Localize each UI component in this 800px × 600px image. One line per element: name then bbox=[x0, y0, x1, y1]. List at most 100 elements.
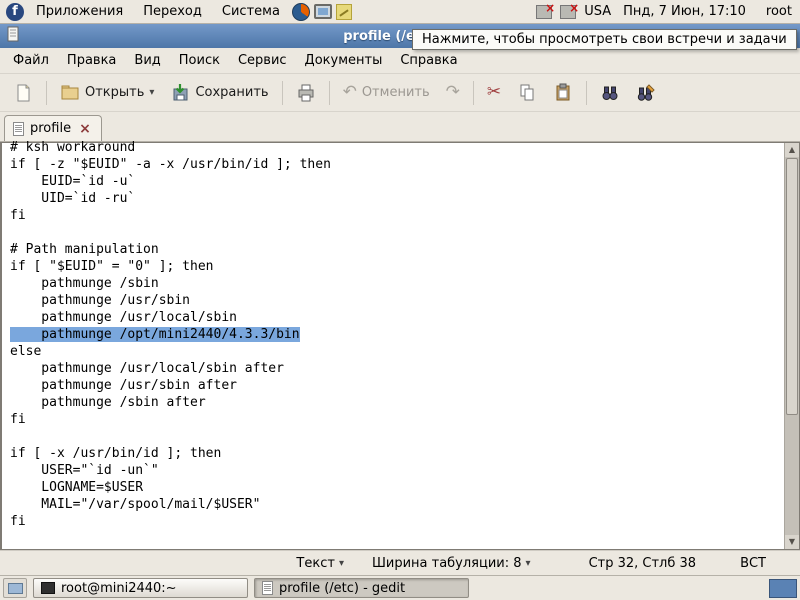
menu-view[interactable]: Вид bbox=[125, 50, 169, 71]
open-button-label: Открыть bbox=[85, 85, 144, 100]
highlight-mode-combo[interactable]: Текст ▾ bbox=[296, 556, 344, 571]
menu-tools[interactable]: Сервис bbox=[229, 50, 296, 71]
paste-icon bbox=[553, 83, 573, 103]
scrollbar-thumb[interactable] bbox=[786, 158, 798, 415]
toolbar-separator bbox=[46, 81, 47, 105]
bottom-taskbar: root@mini2440:~ profile (/etc) - gedit bbox=[0, 575, 800, 600]
code-line: UID=`id -ru` bbox=[10, 190, 784, 207]
cut-button[interactable]: ✂ bbox=[480, 79, 508, 106]
code-line: pathmunge /usr/sbin after bbox=[10, 377, 784, 394]
menu-help[interactable]: Справка bbox=[391, 50, 466, 71]
vertical-scrollbar[interactable]: ▲ ▼ bbox=[784, 143, 799, 549]
code-line: fi bbox=[10, 207, 784, 224]
find-button[interactable] bbox=[593, 78, 627, 108]
code-line: fi bbox=[10, 411, 784, 428]
tab-close-icon[interactable]: × bbox=[77, 123, 93, 135]
code-line: pathmunge /usr/sbin bbox=[10, 292, 784, 309]
notes-launcher-icon[interactable] bbox=[336, 4, 352, 20]
gedit-toolbar: Открыть ▾ Сохранить ↶ Отменить ↷ ✂ bbox=[0, 74, 800, 112]
code-line: MAIL="/var/spool/mail/$USER" bbox=[10, 496, 784, 513]
new-document-icon bbox=[13, 83, 33, 103]
code-line: if [ -x /usr/bin/id ]; then bbox=[10, 445, 784, 462]
menu-file[interactable]: Файл bbox=[4, 50, 58, 71]
show-desktop-button[interactable] bbox=[3, 578, 27, 598]
code-line: EUID=`id -u` bbox=[10, 173, 784, 190]
code-line: else bbox=[10, 343, 784, 360]
scroll-down-icon[interactable]: ▼ bbox=[785, 535, 799, 549]
menu-places[interactable]: Переход bbox=[135, 2, 210, 21]
undo-icon: ↶ bbox=[343, 84, 357, 101]
display-launcher-icon[interactable] bbox=[314, 4, 332, 19]
print-icon bbox=[296, 83, 316, 103]
code-line: fi bbox=[10, 513, 784, 530]
menu-edit[interactable]: Правка bbox=[58, 50, 125, 71]
tab-width-combo[interactable]: Ширина табуляции: 8 ▾ bbox=[372, 556, 531, 571]
tab-label: profile bbox=[30, 121, 71, 136]
cut-icon: ✂ bbox=[487, 84, 501, 101]
menu-search[interactable]: Поиск bbox=[170, 50, 229, 71]
new-button[interactable] bbox=[6, 78, 40, 108]
task-label: root@mini2440:~ bbox=[61, 581, 177, 596]
cursor-position-label: Стр 32, Стлб 38 bbox=[589, 556, 697, 571]
copy-icon bbox=[517, 83, 537, 103]
muted-x-icon: × bbox=[545, 1, 555, 15]
window-icon bbox=[5, 26, 21, 46]
gedit-menubar: Файл Правка Вид Поиск Сервис Документы С… bbox=[0, 48, 800, 74]
code-line: if [ "$EUID" = "0" ]; then bbox=[10, 258, 784, 275]
clock-tooltip: Нажмите, чтобы просмотреть свои встречи … bbox=[412, 29, 797, 50]
replace-button[interactable] bbox=[629, 78, 663, 108]
redo-button[interactable]: ↷ bbox=[439, 79, 467, 106]
scrollbar-trough[interactable] bbox=[785, 157, 799, 535]
code-line: if [ -z "$EUID" -a -x /usr/bin/id ]; the… bbox=[10, 156, 784, 173]
menu-system[interactable]: Система bbox=[214, 2, 288, 21]
top-panel: f Приложения Переход Система × × USA Пнд… bbox=[0, 0, 800, 24]
task-button-gedit[interactable]: profile (/etc) - gedit bbox=[254, 578, 469, 598]
code-line: # ksh workaround bbox=[10, 139, 784, 156]
tab-profile[interactable]: profile × bbox=[4, 115, 102, 141]
code-line: # Path manipulation bbox=[10, 241, 784, 258]
print-button[interactable] bbox=[289, 78, 323, 108]
copy-button[interactable] bbox=[510, 78, 544, 108]
task-button-terminal[interactable]: root@mini2440:~ bbox=[33, 578, 248, 598]
document-icon bbox=[13, 122, 24, 136]
distro-menu-icon[interactable]: f bbox=[6, 3, 24, 21]
insert-mode-label: ВСТ bbox=[740, 556, 766, 571]
code-line: pathmunge /sbin bbox=[10, 275, 784, 292]
undo-button[interactable]: ↶ Отменить bbox=[336, 79, 437, 106]
chevron-down-icon: ▾ bbox=[149, 87, 154, 98]
tab-width-label: Ширина табуляции: 8 bbox=[372, 556, 522, 571]
firefox-launcher-icon[interactable] bbox=[292, 3, 310, 21]
scroll-up-icon[interactable]: ▲ bbox=[785, 143, 799, 157]
network-offline-icon[interactable]: × bbox=[560, 5, 576, 19]
paste-button[interactable] bbox=[546, 78, 580, 108]
task-label: profile (/etc) - gedit bbox=[279, 581, 405, 596]
workspace-switcher[interactable] bbox=[769, 579, 797, 598]
menu-documents[interactable]: Документы bbox=[296, 50, 392, 71]
save-button-label: Сохранить bbox=[195, 85, 268, 100]
code-line: USER="`id -un`" bbox=[10, 462, 784, 479]
open-folder-icon bbox=[60, 83, 80, 103]
code-line: pathmunge /usr/local/sbin bbox=[10, 309, 784, 326]
save-button[interactable]: Сохранить bbox=[163, 78, 275, 108]
keyboard-layout-indicator[interactable]: USA bbox=[584, 4, 611, 19]
top-panel-right: × × USA Пнд, 7 Июн, 17:10 root bbox=[536, 4, 794, 19]
redo-icon: ↷ bbox=[446, 84, 460, 101]
undo-button-label: Отменить bbox=[362, 85, 430, 100]
statusbar: Текст ▾ Ширина табуляции: 8 ▾ Стр 32, Ст… bbox=[0, 550, 800, 575]
editor-content[interactable]: # ksh workaroundif [ -z "$EUID" -a -x /u… bbox=[2, 139, 784, 549]
code-line: pathmunge /usr/local/sbin after bbox=[10, 360, 784, 377]
clock[interactable]: Пнд, 7 Июн, 17:10 bbox=[619, 4, 750, 19]
terminal-icon bbox=[41, 582, 55, 594]
menu-applications[interactable]: Приложения bbox=[28, 2, 131, 21]
toolbar-separator bbox=[282, 81, 283, 105]
code-line: LOGNAME=$USER bbox=[10, 479, 784, 496]
selected-text: pathmunge /opt/mini2440/4.3.3/bin bbox=[10, 327, 300, 342]
volume-muted-icon[interactable]: × bbox=[536, 5, 552, 19]
open-button[interactable]: Открыть ▾ bbox=[53, 78, 161, 108]
code-line: pathmunge /opt/mini2440/4.3.3/bin bbox=[10, 326, 784, 343]
toolbar-separator bbox=[586, 81, 587, 105]
user-indicator: root bbox=[758, 4, 794, 19]
save-icon bbox=[170, 83, 190, 103]
editor-area: # ksh workaroundif [ -z "$EUID" -a -x /u… bbox=[0, 142, 800, 550]
toolbar-separator bbox=[329, 81, 330, 105]
